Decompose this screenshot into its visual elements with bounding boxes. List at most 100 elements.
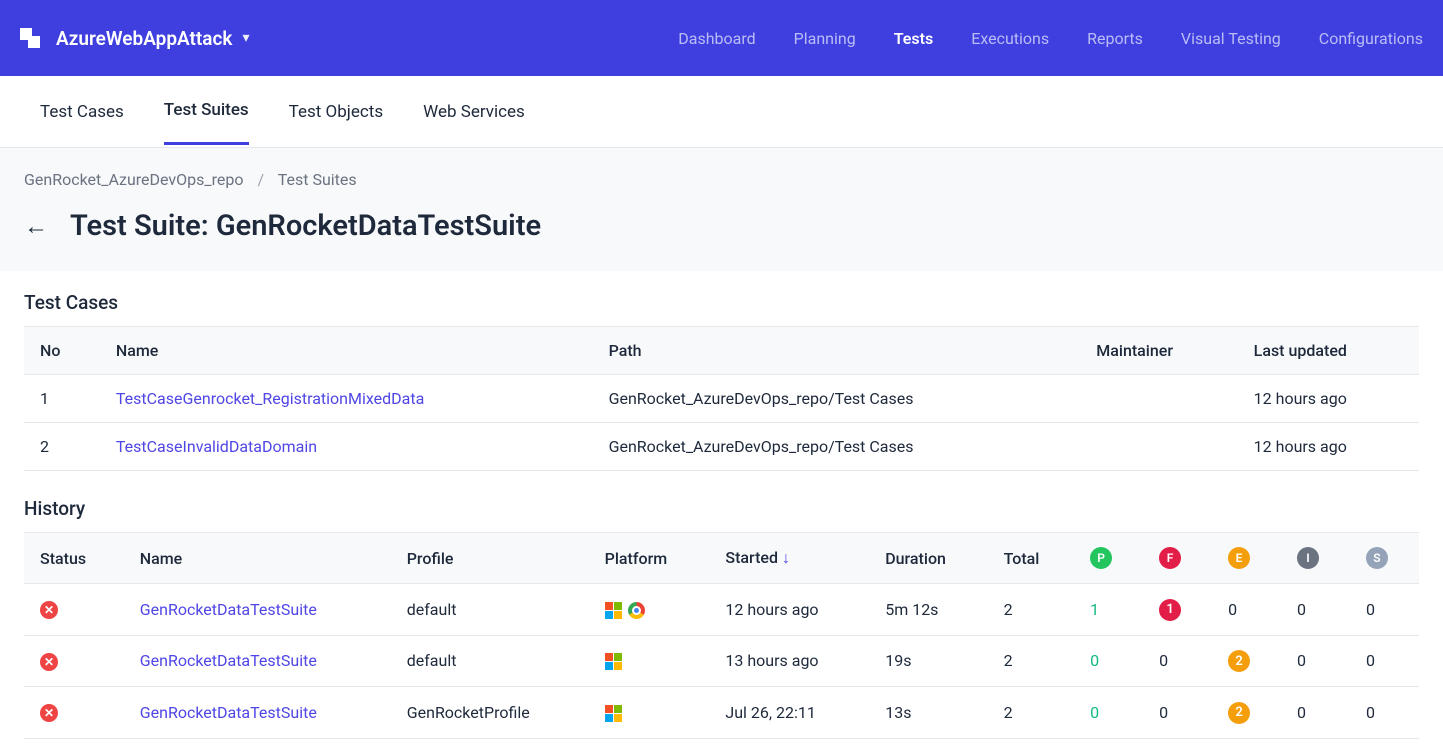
history-name-link[interactable]: GenRocketDataTestSuite [140, 651, 317, 670]
history-profile: default [391, 584, 589, 636]
back-arrow-icon[interactable]: ← [24, 212, 48, 241]
h-E-count: 0 [1228, 600, 1237, 619]
h-col-E[interactable]: E [1212, 533, 1281, 584]
nav-dashboard[interactable]: Dashboard [678, 29, 755, 48]
breadcrumb-header: GenRocket_AzureDevOps_repo / Test Suites… [0, 148, 1443, 271]
breadcrumb-repo[interactable]: GenRocket_AzureDevOps_repo [24, 170, 243, 189]
sub-tabs: Test Cases Test Suites Test Objects Web Ser… [0, 76, 1443, 148]
history-started: 13 hours ago [709, 635, 869, 687]
history-profile: GenRocketProfile [391, 687, 589, 739]
breadcrumb-section[interactable]: Test Suites [278, 170, 357, 189]
h-S-count: 0 [1366, 651, 1375, 670]
tab-test-objects[interactable]: Test Objects [289, 80, 383, 144]
history-duration: 13s [869, 687, 987, 739]
nav-planning[interactable]: Planning [794, 29, 856, 48]
status-fail-icon: ✕ [40, 601, 58, 619]
h-S-count: 0 [1366, 600, 1375, 619]
history-duration: 19s [869, 635, 987, 687]
nav-tests[interactable]: Tests [894, 29, 934, 48]
tc-col-maintainer[interactable]: Maintainer [1080, 327, 1237, 375]
table-row: 1 TestCaseGenrocket_RegistrationMixedData… [24, 375, 1419, 423]
app-logo-icon [20, 28, 40, 48]
windows-icon [605, 602, 622, 619]
tc-no: 2 [24, 423, 100, 471]
breadcrumb-separator: / [257, 170, 264, 189]
history-total: 2 [988, 584, 1075, 636]
history-section: History StatusNameProfilePlatformStarted… [0, 477, 1443, 745]
pill-F-icon: F [1159, 547, 1181, 569]
h-col-name[interactable]: Name [124, 533, 391, 584]
tab-test-cases[interactable]: Test Cases [40, 80, 124, 144]
history-total: 2 [988, 687, 1075, 739]
tc-col-no[interactable]: No [24, 327, 100, 375]
h-col-duration[interactable]: Duration [869, 533, 987, 584]
test-cases-table: NoNamePathMaintainerLast updated 1 TestCa… [24, 326, 1419, 471]
h-I-count: 0 [1297, 651, 1306, 670]
h-F-count: 0 [1159, 651, 1168, 670]
main-nav: Dashboard Planning Tests Executions Reports V… [678, 29, 1423, 48]
nav-configurations[interactable]: Configurations [1319, 29, 1423, 48]
nav-reports[interactable]: Reports [1087, 29, 1143, 48]
h-col-platform[interactable]: Platform [589, 533, 710, 584]
tc-name-link[interactable]: TestCaseGenrocket_RegistrationMixedData [116, 389, 424, 408]
h-col-total[interactable]: Total [988, 533, 1075, 584]
h-col-F[interactable]: F [1143, 533, 1212, 584]
h-F-count: 0 [1159, 703, 1168, 722]
top-bar: AzureWebAppAttack ▾ Dashboard Planning Tes… [0, 0, 1443, 76]
history-profile: default [391, 635, 589, 687]
tc-name-link[interactable]: TestCaseInvalidDataDomain [116, 437, 317, 456]
h-col-started[interactable]: Started↓ [709, 533, 869, 584]
history-title: History [24, 497, 1419, 520]
h-col-profile[interactable]: Profile [391, 533, 589, 584]
tc-col-path[interactable]: Path [593, 327, 1081, 375]
h-col-I[interactable]: I [1281, 533, 1350, 584]
tc-no: 1 [24, 375, 100, 423]
h-pass-count: 1 [1090, 600, 1099, 619]
h-S-count: 0 [1366, 703, 1375, 722]
nav-visual-testing[interactable]: Visual Testing [1181, 29, 1281, 48]
sort-desc-icon: ↓ [782, 548, 790, 567]
test-cases-section: Test Cases NoNamePathMaintainerLast upda… [0, 271, 1443, 477]
h-fail-badge: 1 [1159, 599, 1181, 621]
tab-test-suites[interactable]: Test Suites [164, 78, 249, 145]
h-pass-count: 0 [1090, 703, 1099, 722]
windows-icon [605, 705, 622, 722]
h-I-count: 0 [1297, 703, 1306, 722]
pill-S-icon: S [1366, 547, 1388, 569]
nav-executions[interactable]: Executions [971, 29, 1049, 48]
tc-col-last-updated[interactable]: Last updated [1238, 327, 1419, 375]
pill-P-icon: P [1090, 547, 1112, 569]
status-fail-icon: ✕ [40, 653, 58, 671]
h-pass-count: 0 [1090, 651, 1099, 670]
pill-E-icon: E [1228, 547, 1250, 569]
history-platform [589, 687, 710, 739]
test-cases-title: Test Cases [24, 291, 1419, 314]
history-platform [589, 584, 710, 636]
table-row: 2 TestCaseInvalidDataDomain GenRocket_Azur… [24, 423, 1419, 471]
tab-web-services[interactable]: Web Services [423, 80, 525, 144]
chrome-icon [628, 602, 645, 619]
tc-col-name[interactable]: Name [100, 327, 593, 375]
history-duration: 5m 12s [869, 584, 987, 636]
pill-I-icon: I [1297, 547, 1319, 569]
table-row: ✕GenRocketDataTestSuiteGenRocketProfileJ… [24, 687, 1419, 739]
h-col-P[interactable]: P [1074, 533, 1143, 584]
tc-path: GenRocket_AzureDevOps_repo/Test Cases [593, 423, 1081, 471]
project-name: AzureWebAppAttack [56, 27, 232, 50]
history-name-link[interactable]: GenRocketDataTestSuite [140, 600, 317, 619]
tc-updated: 12 hours ago [1238, 375, 1419, 423]
table-row: ✕ GenRocketDataTestSuite default 12 hours a… [24, 584, 1419, 636]
tc-maintainer [1080, 423, 1237, 471]
windows-icon [605, 653, 622, 670]
project-switcher-chevron-icon[interactable]: ▾ [242, 30, 249, 46]
history-name-link[interactable]: GenRocketDataTestSuite [140, 703, 317, 722]
h-col-status[interactable]: Status [24, 533, 124, 584]
h-I-count: 0 [1297, 600, 1306, 619]
history-total: 2 [988, 635, 1075, 687]
history-table: StatusNameProfilePlatformStarted↓Duratio… [24, 532, 1419, 739]
tc-updated: 12 hours ago [1238, 423, 1419, 471]
h-col-S[interactable]: S [1350, 533, 1419, 584]
history-started: 12 hours ago [709, 584, 869, 636]
tc-path: GenRocket_AzureDevOps_repo/Test Cases [593, 375, 1081, 423]
page-title: Test Suite: GenRocketDataTestSuite [70, 209, 541, 243]
